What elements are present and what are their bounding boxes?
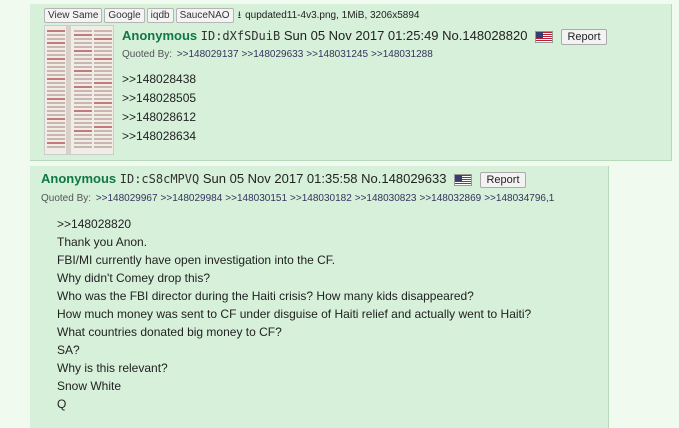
body-line: Why didn't Comey drop this?: [57, 271, 211, 285]
quoted-by: Quoted By: >>148029967 >>148029984 >>14803…: [41, 193, 557, 204]
quote-link[interactable]: >>148034796,1: [484, 193, 554, 204]
body-line: How much money was sent to CF under disg…: [57, 307, 532, 321]
post-148028820: View Same Google iqdb SauceNAO ⭳ qupdated11-4…: [30, 4, 672, 161]
quote-link[interactable]: >>148032869: [419, 193, 481, 204]
post-148029633: Anonymous ID:cS8cMPVQ Sun 05 Nov 2017 01…: [30, 166, 609, 428]
quote-link[interactable]: >>148029633: [242, 49, 304, 60]
post-datetime: Sun 05 Nov 2017 01:25:49: [283, 28, 439, 43]
body-line: Q: [57, 397, 67, 411]
body-line: FBI/MI currently have open investigation…: [57, 253, 336, 267]
quote-link[interactable]: >>148029984: [161, 193, 223, 204]
image-thumbnail[interactable]: [44, 25, 114, 155]
us-flag-icon: [454, 173, 473, 186]
post-number[interactable]: No.148028820: [442, 28, 527, 43]
post-body: >>148028820 Thank you Anon. FBI/MI curre…: [57, 215, 531, 413]
reply-link[interactable]: >>148028438: [122, 70, 196, 89]
file-info[interactable]: qupdated11-4v3.png, 1MiB, 3206x5894: [245, 10, 419, 21]
body-line: Why is this relevant?: [57, 361, 168, 375]
quote-link[interactable]: >>148031245: [306, 49, 368, 60]
saucenao-button[interactable]: SauceNAO: [175, 8, 234, 23]
iqdb-button[interactable]: iqdb: [146, 8, 174, 23]
quote-link[interactable]: >>148031288: [371, 49, 433, 60]
post-header: Anonymous ID:cS8cMPVQ Sun 05 Nov 2017 01…: [41, 171, 526, 188]
poster-name: Anonymous: [122, 28, 198, 43]
quote-link[interactable]: >>148030182: [290, 193, 352, 204]
quote-link[interactable]: >>148030823: [355, 193, 417, 204]
reply-link[interactable]: >>148028820: [57, 215, 531, 233]
quote-link[interactable]: >>148030151: [225, 193, 287, 204]
report-button[interactable]: Report: [480, 172, 526, 188]
download-icon[interactable]: ⭳: [238, 8, 242, 25]
view-same-button[interactable]: View Same: [44, 8, 103, 23]
quoted-by-label: Quoted By:: [41, 193, 92, 204]
poster-id[interactable]: ID:cS8cMPVQ: [120, 172, 199, 186]
poster-name: Anonymous: [41, 171, 117, 186]
reply-link[interactable]: >>148028612: [122, 108, 196, 127]
google-button[interactable]: Google: [104, 8, 145, 23]
post-header: Anonymous ID:dXfSDuiB Sun 05 Nov 2017 01…: [122, 28, 607, 45]
body-line: SA?: [57, 343, 80, 357]
file-info-bar: View Same Google iqdb SauceNAO ⭳ qupdated11-4…: [44, 8, 420, 25]
post-datetime: Sun 05 Nov 2017 01:35:58: [202, 171, 358, 186]
body-line: Snow White: [57, 379, 122, 393]
body-line: Who was the FBI director during the Hait…: [57, 289, 474, 303]
quoted-by: Quoted By: >>148029137 >>148029633 >>14803…: [122, 49, 436, 60]
quote-link[interactable]: >>148029137: [177, 49, 239, 60]
post-body: >>148028438 >>148028505 >>148028612 >>14…: [122, 70, 196, 146]
quote-link[interactable]: >>148029967: [96, 193, 158, 204]
reply-link[interactable]: >>148028505: [122, 89, 196, 108]
poster-id[interactable]: ID:dXfSDuiB: [201, 29, 280, 43]
body-line: What countries donated big money to CF?: [57, 325, 282, 339]
us-flag-icon: [535, 30, 554, 43]
reply-link[interactable]: >>148028634: [122, 127, 196, 146]
post-number[interactable]: No.148029633: [361, 171, 446, 186]
body-line: Thank you Anon.: [57, 235, 148, 249]
quoted-by-label: Quoted By:: [122, 49, 173, 60]
report-button[interactable]: Report: [561, 29, 607, 45]
